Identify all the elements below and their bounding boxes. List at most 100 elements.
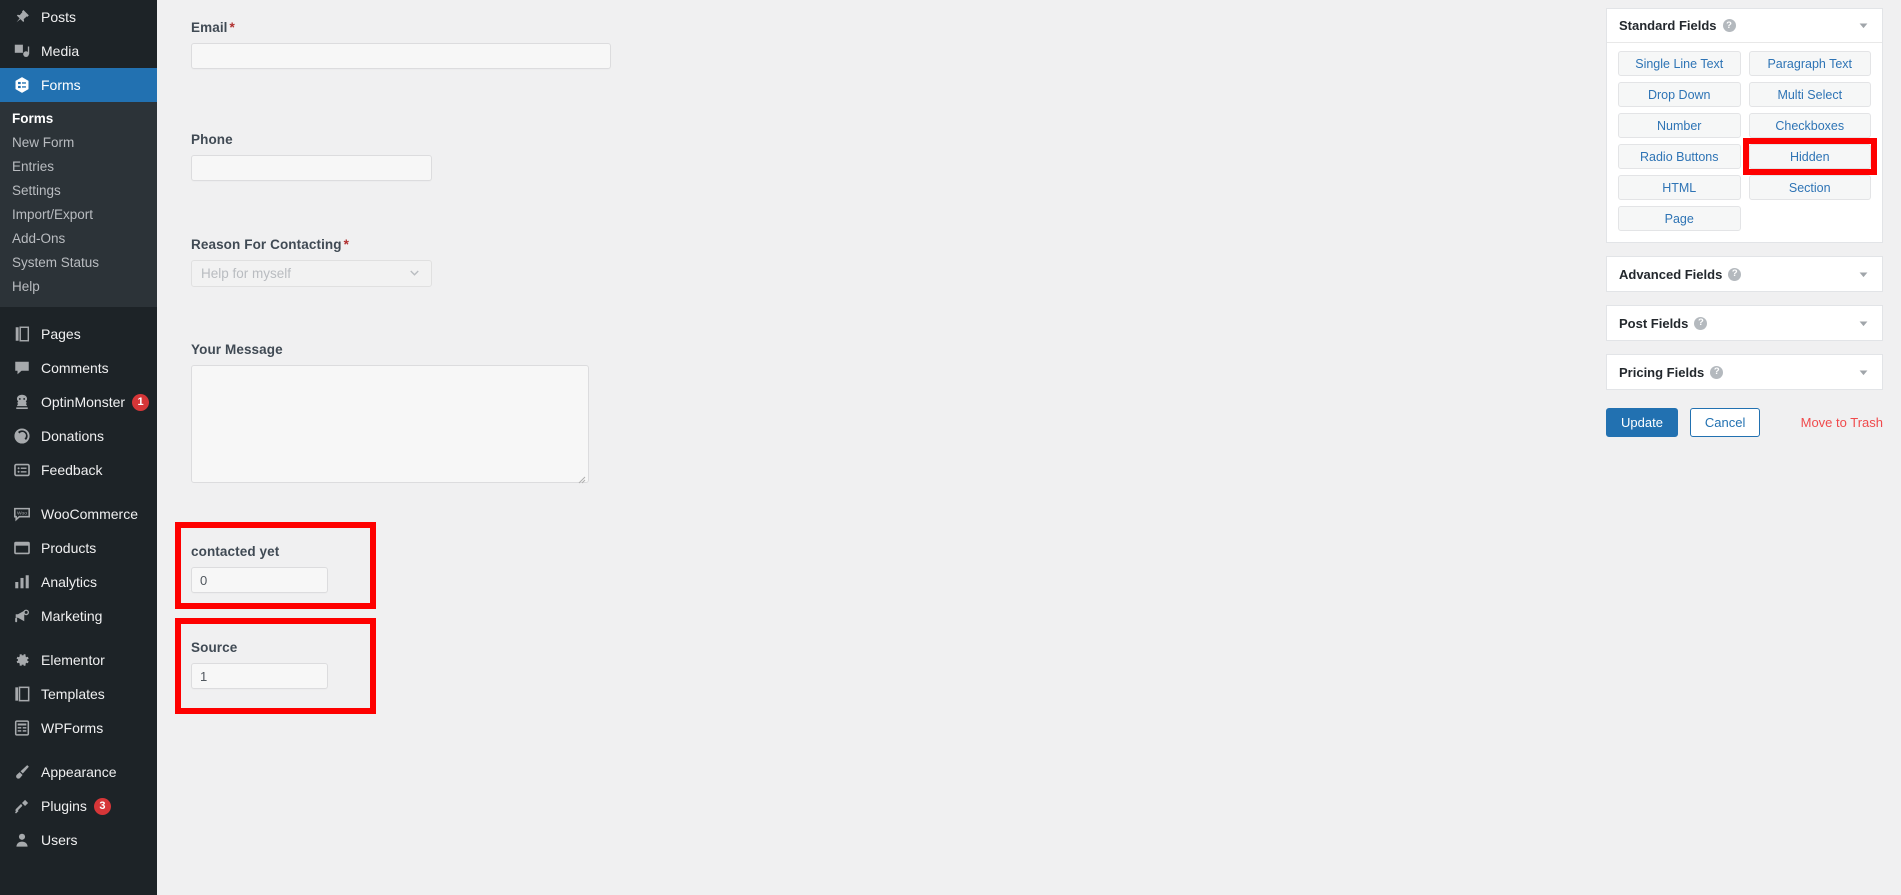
sidebar-separator: [0, 633, 157, 643]
sidebar-item-pages[interactable]: Pages: [0, 317, 157, 351]
panel-header-advanced-fields[interactable]: Advanced Fields?: [1607, 257, 1882, 291]
field-button-html[interactable]: HTML: [1618, 175, 1741, 200]
chevron-down-icon[interactable]: [1857, 268, 1870, 281]
chevron-down-icon[interactable]: [1857, 317, 1870, 330]
marketing-icon: [12, 606, 32, 626]
form-field-source[interactable]: Source: [191, 640, 361, 689]
sidebar-item-media[interactable]: Media: [0, 34, 157, 68]
source-input[interactable]: [191, 663, 328, 689]
field-label-email: Email *: [191, 20, 631, 35]
sidebar-item-feedback[interactable]: Feedback: [0, 453, 157, 487]
sidebar-item-forms[interactable]: Forms: [0, 68, 157, 102]
panel-header-standard-fields[interactable]: Standard Fields ?: [1607, 9, 1882, 43]
phone-input[interactable]: [191, 155, 432, 181]
message-textarea[interactable]: [191, 365, 589, 484]
brush-icon: [12, 762, 32, 782]
panel-title-post-fields: Post Fields: [1619, 315, 1689, 331]
chevron-down-icon[interactable]: [1857, 19, 1870, 32]
submenu-item-new-form[interactable]: New Form: [0, 131, 157, 155]
forms-submenu: Forms New Form Entries Settings Import/Expor…: [0, 102, 157, 307]
form-field-email[interactable]: Email *: [191, 20, 631, 69]
optinmonster-icon: [12, 392, 32, 412]
plug-icon: [12, 796, 32, 816]
field-button-multi-select[interactable]: Multi Select: [1748, 82, 1871, 107]
textarea-resize-handle[interactable]: [577, 471, 586, 484]
feedback-icon: [12, 460, 32, 480]
form-field-phone[interactable]: Phone: [191, 132, 451, 181]
field-button-number[interactable]: Number: [1618, 113, 1741, 138]
sidebar-item-users[interactable]: Users: [0, 823, 157, 857]
field-button-paragraph-text[interactable]: Paragraph Text: [1748, 51, 1871, 76]
media-icon: [12, 41, 32, 61]
sidebar-item-optinmonster[interactable]: OptinMonster 1: [0, 385, 157, 419]
sidebar-item-label: Media: [41, 43, 80, 59]
field-button-section[interactable]: Section: [1748, 175, 1871, 200]
sidebar-item-posts[interactable]: Posts: [0, 0, 157, 34]
sidebar-item-label: Appearance: [41, 764, 117, 780]
field-label-phone: Phone: [191, 132, 451, 147]
sidebar-item-label: Templates: [41, 686, 105, 702]
form-field-reason-for-contacting[interactable]: Reason For Contacting * Help for myself: [191, 237, 451, 287]
field-button-checkboxes[interactable]: Checkboxes: [1748, 113, 1871, 138]
cancel-button[interactable]: Cancel: [1689, 408, 1761, 437]
submenu-item-settings[interactable]: Settings: [0, 179, 157, 203]
panel-header-post-fields[interactable]: Post Fields?: [1607, 306, 1882, 340]
contacted-yet-input[interactable]: [191, 567, 328, 593]
gear-icon: [12, 650, 32, 670]
help-icon[interactable]: ?: [1728, 267, 1742, 281]
submenu-item-import-export[interactable]: Import/Export: [0, 203, 157, 227]
submenu-item-entries[interactable]: Entries: [0, 155, 157, 179]
panel-pricing-fields: Pricing Fields?: [1606, 354, 1883, 390]
sidebar-item-label: WPForms: [41, 720, 104, 736]
move-to-trash-link[interactable]: Move to Trash: [1801, 415, 1883, 430]
sidebar-item-products[interactable]: Products: [0, 531, 157, 565]
sidebar-item-analytics[interactable]: Analytics: [0, 565, 157, 599]
chevron-down-icon[interactable]: [1857, 366, 1870, 379]
field-button-drop-down[interactable]: Drop Down: [1618, 82, 1741, 107]
comments-icon: [12, 358, 32, 378]
submenu-item-add-ons[interactable]: Add-Ons: [0, 227, 157, 251]
help-icon[interactable]: ?: [1710, 365, 1724, 379]
sidebar-item-marketing[interactable]: Marketing: [0, 599, 157, 633]
sidebar-item-label: Posts: [41, 9, 77, 25]
reason-dropdown[interactable]: Help for myself: [191, 260, 432, 287]
sidebar-item-label: Forms: [41, 77, 81, 93]
sidebar-menu-list: Posts Media Forms Forms New Form Entries Setti…: [0, 0, 157, 857]
sidebar-item-badge: 1: [132, 393, 150, 411]
field-label-reason-text: Reason For Contacting: [191, 237, 342, 252]
sidebar-item-templates[interactable]: Templates: [0, 677, 157, 711]
panel-title-standard-fields: Standard Fields: [1619, 18, 1717, 33]
sidebar-item-label: Plugins: [41, 798, 87, 814]
field-button-page[interactable]: Page: [1618, 206, 1741, 231]
required-asterisk-email: *: [229, 20, 235, 35]
email-input[interactable]: [191, 43, 611, 69]
update-button[interactable]: Update: [1606, 408, 1678, 437]
field-label-phone-text: Phone: [191, 132, 233, 147]
sidebar-item-plugins[interactable]: Plugins 3: [0, 789, 157, 823]
submenu-item-system-status[interactable]: System Status: [0, 251, 157, 275]
form-field-your-message[interactable]: Your Message: [191, 342, 591, 484]
panel-header-pricing-fields[interactable]: Pricing Fields?: [1607, 355, 1882, 389]
form-field-contacted-yet[interactable]: contacted yet: [191, 544, 361, 593]
help-icon[interactable]: ?: [1722, 19, 1736, 32]
sidebar-item-label: Products: [41, 540, 97, 556]
forms-icon: [12, 75, 32, 95]
submenu-item-help[interactable]: Help: [0, 275, 157, 299]
field-label-message-text: Your Message: [191, 342, 283, 357]
field-button-hidden[interactable]: Hidden: [1748, 144, 1871, 169]
field-button-radio-buttons[interactable]: Radio Buttons: [1618, 144, 1741, 169]
woocommerce-icon: Woo: [12, 504, 32, 524]
sidebar-item-donations[interactable]: Donations: [0, 419, 157, 453]
sidebar-item-elementor[interactable]: Elementor: [0, 643, 157, 677]
sidebar-item-woocommerce[interactable]: Woo WooCommerce: [0, 497, 157, 531]
help-icon[interactable]: ?: [1694, 316, 1708, 330]
wpforms-icon: [12, 718, 32, 738]
panel-title-pricing-fields: Pricing Fields: [1619, 364, 1705, 380]
analytics-icon: [12, 572, 32, 592]
sidebar-item-wpforms[interactable]: WPForms: [0, 711, 157, 745]
submenu-item-forms[interactable]: Forms: [0, 107, 157, 131]
sidebar-item-appearance[interactable]: Appearance: [0, 755, 157, 789]
field-button-single-line-text[interactable]: Single Line Text: [1618, 51, 1741, 76]
sidebar-item-comments[interactable]: Comments: [0, 351, 157, 385]
sidebar-item-label: Feedback: [41, 462, 103, 478]
